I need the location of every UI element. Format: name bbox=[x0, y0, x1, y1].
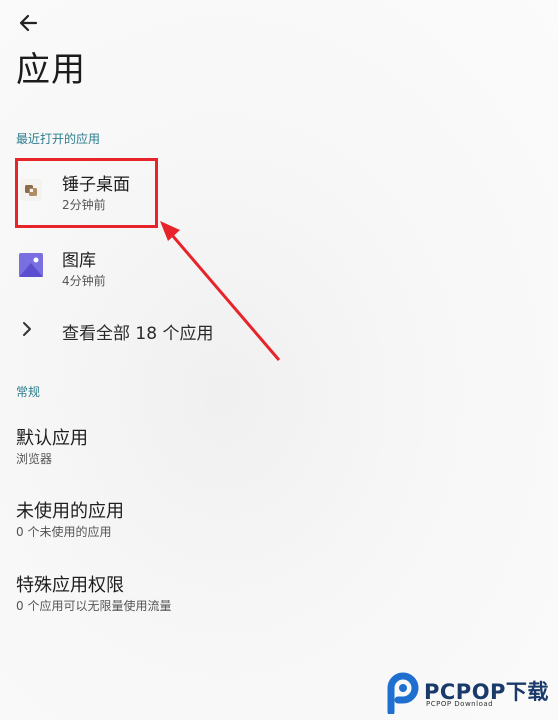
watermark: PCPOP下载 PCPOP Download bbox=[386, 672, 556, 716]
unused-apps-item[interactable]: 未使用的应用 0 个未使用的应用 bbox=[0, 497, 558, 553]
default-apps-item[interactable]: 默认应用 浏览器 bbox=[0, 424, 558, 480]
back-button[interactable] bbox=[16, 10, 44, 36]
arrow-left-icon bbox=[19, 14, 38, 32]
see-all-apps-button[interactable]: 查看全部 18 个应用 bbox=[0, 310, 558, 350]
setting-subtitle: 0 个应用可以无限量使用流量 bbox=[16, 599, 172, 613]
app-name: 图库 bbox=[62, 251, 96, 271]
setting-subtitle: 浏览器 bbox=[16, 452, 53, 466]
recent-app-item-gallery[interactable]: 图库 4分钟前 bbox=[0, 238, 558, 304]
see-all-apps-label: 查看全部 18 个应用 bbox=[62, 324, 214, 344]
recent-apps-label: 最近打开的应用 bbox=[16, 132, 101, 146]
special-app-access-item[interactable]: 特殊应用权限 0 个应用可以无限量使用流量 bbox=[0, 571, 558, 627]
gallery-icon bbox=[18, 252, 44, 278]
general-section-label: 常规 bbox=[16, 385, 41, 399]
setting-title: 特殊应用权限 bbox=[16, 575, 124, 596]
setting-title: 未使用的应用 bbox=[16, 501, 124, 522]
pcpop-logo-icon bbox=[387, 672, 419, 716]
app-last-opened: 4分钟前 bbox=[62, 274, 106, 288]
chevron-right-icon bbox=[20, 319, 34, 339]
watermark-subtitle: PCPOP Download bbox=[426, 700, 494, 708]
annotation-highlight-box bbox=[15, 158, 158, 228]
page-title: 应用 bbox=[16, 50, 86, 90]
setting-title: 默认应用 bbox=[16, 428, 88, 449]
setting-subtitle: 0 个未使用的应用 bbox=[16, 525, 112, 539]
